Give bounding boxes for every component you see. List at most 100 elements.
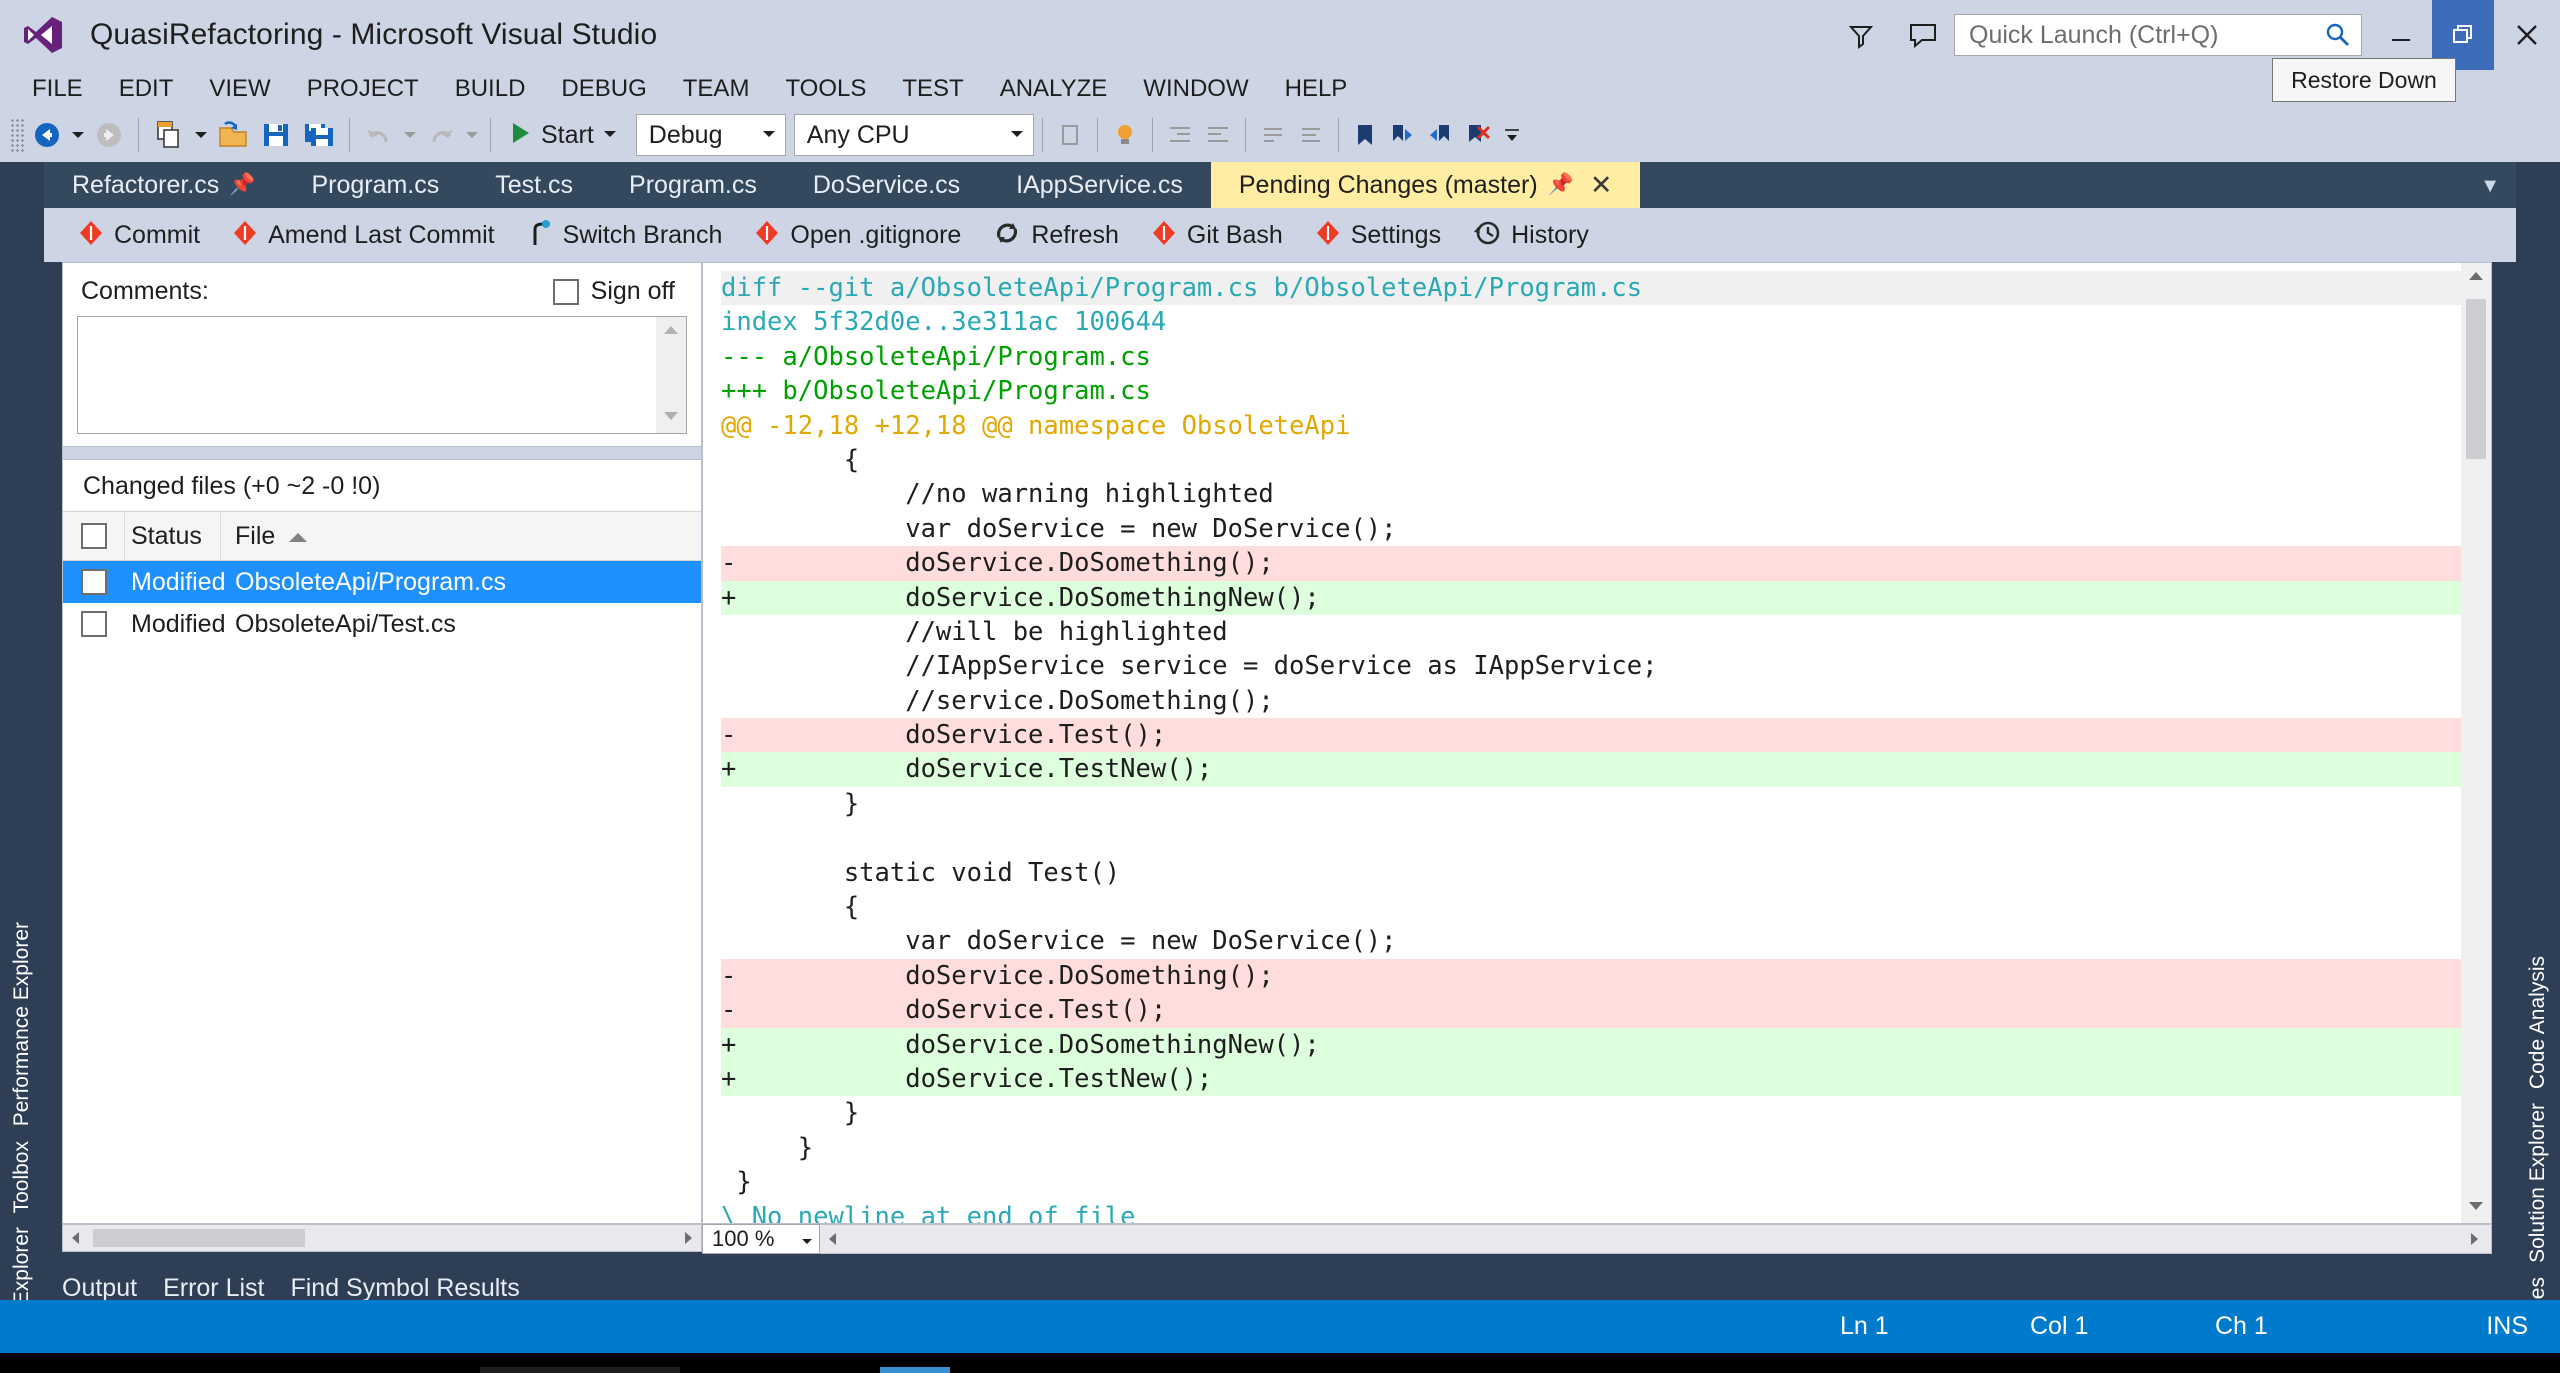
git-commit-button[interactable]: Commit xyxy=(62,213,216,257)
tab-doservice-cs[interactable]: DoService.cs xyxy=(785,162,988,208)
bottom-tab-find-symbol-results[interactable]: Find Symbol Results xyxy=(290,1274,519,1303)
scroll-up-icon[interactable] xyxy=(662,323,680,341)
menu-item-window[interactable]: WINDOW xyxy=(1125,70,1266,108)
menu-item-file[interactable]: FILE xyxy=(14,70,101,108)
pin-icon[interactable]: 📌 xyxy=(229,173,255,197)
comments-textarea-wrapper[interactable] xyxy=(77,316,687,434)
table-row[interactable]: Modified ObsoleteApi/Test.cs xyxy=(63,603,701,645)
zoom-level-combo[interactable]: 100 % xyxy=(702,1224,820,1254)
bulb-icon[interactable] xyxy=(1106,113,1144,157)
toolbar-grip[interactable] xyxy=(10,118,26,152)
bottom-tab-output[interactable]: Output xyxy=(62,1274,137,1303)
scroll-down-icon[interactable] xyxy=(662,409,680,427)
diff-vertical-scroll-thumb[interactable] xyxy=(2466,299,2486,459)
close-button[interactable] xyxy=(2494,0,2560,70)
sign-off-checkbox[interactable] xyxy=(553,279,579,305)
tab-overflow-chevron-down-icon[interactable]: ▼ xyxy=(2480,175,2500,198)
menu-item-build[interactable]: BUILD xyxy=(437,70,544,108)
diff-line: } xyxy=(721,787,2491,821)
chevron-down-icon[interactable] xyxy=(1009,126,1025,144)
dock-item-performance-explorer[interactable]: Performance Explorer xyxy=(10,922,34,1126)
search-icon[interactable] xyxy=(2325,22,2351,53)
tab-pending-changes[interactable]: Pending Changes (master) 📌 ✕ xyxy=(1211,162,1641,208)
filter-icon[interactable] xyxy=(1830,0,1892,70)
platform-combo[interactable]: Any CPU xyxy=(794,114,1034,156)
menu-item-project[interactable]: PROJECT xyxy=(289,70,437,108)
menu-item-team[interactable]: TEAM xyxy=(665,70,768,108)
toolbar-overflow-icon[interactable] xyxy=(1503,125,1521,145)
row-checkbox[interactable] xyxy=(63,561,125,603)
dock-item-solution-explorer[interactable]: Solution Explorer xyxy=(2526,1103,2550,1263)
git-open-gitignore-button[interactable]: Open .gitignore xyxy=(738,213,977,257)
panel-splitter[interactable] xyxy=(63,446,701,460)
quick-launch-input[interactable]: Quick Launch (Ctrl+Q) xyxy=(1954,14,2362,56)
scroll-left-icon[interactable] xyxy=(63,1230,89,1246)
comments-scrollbar[interactable] xyxy=(656,317,686,433)
changed-files-horizontal-scrollbar[interactable] xyxy=(62,1224,702,1252)
feedback-icon[interactable] xyxy=(1892,0,1954,70)
pin-icon[interactable]: 📌 xyxy=(1548,173,1574,197)
dock-item-code-analysis[interactable]: Code Analysis xyxy=(2526,956,2550,1089)
scroll-up-icon[interactable] xyxy=(2467,269,2485,287)
diff-line: { xyxy=(721,890,2491,924)
new-item-dropdown[interactable] xyxy=(191,130,211,140)
new-item-icon[interactable] xyxy=(147,113,191,157)
open-file-icon[interactable] xyxy=(211,113,255,157)
sign-off-control[interactable]: Sign off xyxy=(553,277,675,306)
configuration-combo[interactable]: Debug xyxy=(636,114,786,156)
column-header-file[interactable]: File xyxy=(221,512,701,560)
diff-line: + doService.DoSomethingNew(); xyxy=(721,581,2491,615)
menu-item-help[interactable]: HELP xyxy=(1267,70,1366,108)
next-bookmark-icon[interactable] xyxy=(1383,113,1421,157)
menu-item-edit[interactable]: EDIT xyxy=(101,70,192,108)
column-header-status[interactable]: Status xyxy=(125,512,221,560)
menu-item-debug[interactable]: DEBUG xyxy=(543,70,664,108)
table-row[interactable]: Modified ObsoleteApi/Program.cs xyxy=(63,561,701,603)
horizontal-scroll-thumb[interactable] xyxy=(93,1229,305,1247)
scroll-down-icon[interactable] xyxy=(2467,1199,2485,1217)
chevron-down-icon[interactable] xyxy=(761,126,777,144)
row-checkbox[interactable] xyxy=(63,603,125,645)
tab-refactorer-cs[interactable]: Refactorer.cs 📌 xyxy=(44,162,283,208)
dock-item-toolbox[interactable]: Toolbox xyxy=(10,1141,34,1213)
scroll-right-icon[interactable] xyxy=(675,1230,701,1246)
scroll-right-icon[interactable] xyxy=(2461,1231,2487,1247)
bottom-tab-error-list[interactable]: Error List xyxy=(163,1274,264,1303)
tab-program-cs-1[interactable]: Program.cs xyxy=(283,162,467,208)
menu-item-view[interactable]: VIEW xyxy=(191,70,288,108)
redo-icon xyxy=(420,113,462,157)
tab-program-cs-2[interactable]: Program.cs xyxy=(601,162,785,208)
start-dropdown-icon[interactable] xyxy=(602,126,618,144)
prev-bookmark-icon[interactable] xyxy=(1421,113,1459,157)
git-switch-branch-button[interactable]: Switch Branch xyxy=(511,213,739,257)
status-line-indicator: Ln 1 xyxy=(1840,1312,1889,1341)
select-all-checkbox[interactable] xyxy=(63,512,125,560)
scroll-left-icon[interactable] xyxy=(820,1231,846,1247)
chevron-down-icon[interactable] xyxy=(800,1226,814,1252)
configuration-value: Debug xyxy=(649,121,723,150)
comments-input[interactable] xyxy=(78,317,656,433)
bookmark-icon[interactable] xyxy=(1347,113,1383,157)
save-all-icon[interactable] xyxy=(297,113,341,157)
standard-toolbar: Start Debug Any CPU xyxy=(0,108,2560,162)
git-refresh-button[interactable]: Refresh xyxy=(977,213,1135,257)
git-bash-button[interactable]: Git Bash xyxy=(1135,213,1299,257)
start-debug-button[interactable]: Start xyxy=(499,113,628,157)
menu-item-tools[interactable]: TOOLS xyxy=(767,70,884,108)
git-history-button[interactable]: History xyxy=(1457,213,1605,257)
document-tab-bar: Refactorer.cs 📌 Program.cs Test.cs Progr… xyxy=(44,162,2516,208)
git-amend-last-commit-button[interactable]: Amend Last Commit xyxy=(216,213,510,257)
tab-iappservice-cs[interactable]: IAppService.cs xyxy=(988,162,1211,208)
menu-item-test[interactable]: TEST xyxy=(884,70,981,108)
menu-item-analyze[interactable]: ANALYZE xyxy=(982,70,1126,108)
navigate-back-dropdown[interactable] xyxy=(68,130,88,140)
navigate-back-icon[interactable] xyxy=(26,113,68,157)
close-icon[interactable]: ✕ xyxy=(1590,170,1613,201)
diff-viewer[interactable]: diff --git a/ObsoleteApi/Program.cs b/Ob… xyxy=(702,262,2492,1224)
tab-test-cs[interactable]: Test.cs xyxy=(467,162,601,208)
history-clock-icon xyxy=(1473,219,1501,252)
sort-ascending-icon xyxy=(287,522,309,551)
git-settings-button[interactable]: Settings xyxy=(1299,213,1457,257)
save-icon[interactable] xyxy=(255,113,297,157)
clear-bookmarks-icon[interactable] xyxy=(1459,113,1497,157)
